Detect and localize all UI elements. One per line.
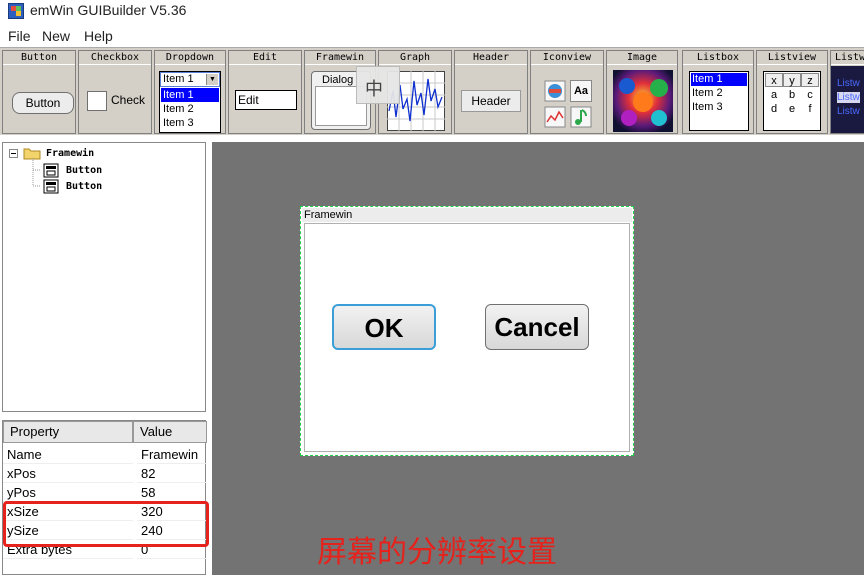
- palette-header-button: Button: [3, 51, 75, 65]
- sample-listview: x y z a b c d e f: [763, 71, 821, 131]
- listbox-item: Item 3: [692, 101, 723, 113]
- listview-cell: d: [770, 103, 778, 115]
- sample-edit: Edit: [235, 90, 297, 110]
- palette-edit[interactable]: Edit Edit: [228, 50, 302, 134]
- framewin-client-area: OK Cancel: [304, 223, 630, 452]
- listbox-item: Item 2: [692, 87, 723, 99]
- property-name: xPos: [3, 464, 133, 483]
- dropdown-arrow-icon: ▼: [206, 74, 218, 85]
- window-title: emWin GUIBuilder V5.36: [30, 2, 187, 18]
- listview-cell: a: [770, 89, 778, 101]
- music-note-icon: [570, 106, 592, 128]
- listview-cell: e: [788, 103, 796, 115]
- palette-header-checkbox: Checkbox: [79, 51, 151, 65]
- menu-new[interactable]: New: [42, 28, 70, 44]
- property-panel: Property Value Name Framewin xPos 82 yPo…: [2, 420, 209, 575]
- palette-header-edit: Edit: [229, 51, 301, 65]
- design-canvas[interactable]: Framewin OK Cancel 屏幕的分辨率设置: [212, 142, 864, 575]
- widget-palette: Button Button Checkbox Check Dropdown It…: [0, 47, 864, 135]
- palette-listview[interactable]: Listview x y z a b c d e f: [756, 50, 828, 134]
- framewin-preview[interactable]: Framewin OK Cancel: [300, 206, 634, 456]
- palette-header[interactable]: Header Header: [454, 50, 528, 134]
- menu-bar: File New Help: [0, 26, 864, 46]
- dropdown-selected: Item 1 ▼: [160, 72, 220, 87]
- palette-header-listview: Listview: [757, 51, 827, 65]
- image-thumbnail: [613, 70, 673, 132]
- tree-item-button[interactable]: Button: [66, 181, 102, 192]
- title-bar: emWin GUIBuilder V5.36: [0, 0, 864, 24]
- palette-dropdown[interactable]: Dropdown Item 1 ▼ Item 1 Item 2 Item 3: [154, 50, 226, 134]
- sample-checkbox-label: Check: [111, 93, 146, 107]
- palette-checkbox[interactable]: Checkbox Check: [78, 50, 152, 134]
- palette-iconview[interactable]: Iconview Aa: [530, 50, 604, 134]
- listwheel-item: Listw: [837, 78, 860, 89]
- annotation-text: 屏幕的分辨率设置: [317, 535, 557, 570]
- ime-indicator[interactable]: 中: [356, 66, 400, 104]
- palette-image[interactable]: Image: [606, 50, 678, 134]
- listview-cell: f: [808, 103, 812, 115]
- collapse-icon[interactable]: [9, 149, 18, 158]
- tree-connector: [32, 158, 41, 187]
- palette-header-iconview: Iconview: [531, 51, 603, 65]
- property-name: Name: [3, 445, 133, 464]
- listwheel-item: Listw: [837, 106, 860, 117]
- dropdown-item: Item 3: [163, 117, 194, 129]
- tree-item-button[interactable]: Button: [66, 165, 102, 176]
- dropdown-selected-text: Item 1: [163, 73, 194, 85]
- widget-tree: Framewin Button Button: [2, 142, 206, 412]
- listview-column-header: y: [783, 73, 801, 87]
- listview-cell: b: [788, 89, 796, 101]
- property-value[interactable]: 58: [137, 483, 207, 502]
- sample-checkbox: [87, 91, 107, 111]
- listbox-item: Item 1: [691, 73, 747, 86]
- palette-listbox[interactable]: Listbox Item 1 Item 2 Item 3: [682, 50, 754, 134]
- palette-header-framewin: Framewin: [305, 51, 375, 65]
- sample-dropdown: Item 1 ▼ Item 1 Item 2 Item 3: [159, 71, 221, 133]
- widget-node-icon: [43, 179, 59, 194]
- palette-listwheel[interactable]: Listw Listw Listw Listw: [830, 50, 864, 134]
- sample-framewin-title: Dialog: [322, 74, 354, 86]
- size-highlight-box: [3, 501, 209, 547]
- dropdown-item: Item 1: [161, 88, 219, 102]
- menu-file[interactable]: File: [8, 28, 31, 44]
- listview-column-header: z: [801, 73, 819, 87]
- cancel-button[interactable]: Cancel: [485, 304, 589, 350]
- chart-icon: [544, 106, 566, 128]
- listwheel-item: Listw: [837, 92, 860, 103]
- widget-node-icon: [43, 163, 59, 178]
- property-value[interactable]: Framewin: [137, 445, 207, 464]
- ok-button[interactable]: OK: [332, 304, 436, 350]
- menu-help[interactable]: Help: [84, 28, 113, 44]
- tree-root[interactable]: Framewin: [46, 148, 94, 159]
- palette-header-graph: Graph: [379, 51, 451, 65]
- listview-column-header: x: [765, 73, 783, 87]
- sample-listbox: Item 1 Item 2 Item 3: [689, 71, 749, 131]
- value-column-header: Value: [133, 421, 207, 443]
- palette-header-image: Image: [607, 51, 677, 65]
- sample-button: Button: [12, 92, 74, 114]
- palette-header-header: Header: [455, 51, 527, 65]
- property-column-header: Property: [3, 421, 133, 443]
- palette-button[interactable]: Button Button: [2, 50, 76, 134]
- palette-header-listbox: Listbox: [683, 51, 753, 65]
- app-icon: [8, 3, 24, 19]
- sample-header: Header: [461, 90, 521, 112]
- palette-header-listwheel: Listw: [831, 51, 864, 65]
- listview-cell: c: [807, 89, 813, 101]
- book-icon: [544, 80, 566, 102]
- framewin-caption: Framewin: [302, 208, 632, 222]
- palette-header-dropdown: Dropdown: [155, 51, 225, 65]
- dropdown-item: Item 2: [163, 103, 194, 115]
- ime-mode-label: 中: [365, 79, 383, 100]
- property-value[interactable]: 82: [137, 464, 207, 483]
- property-name: yPos: [3, 483, 133, 502]
- font-icon: Aa: [570, 80, 592, 102]
